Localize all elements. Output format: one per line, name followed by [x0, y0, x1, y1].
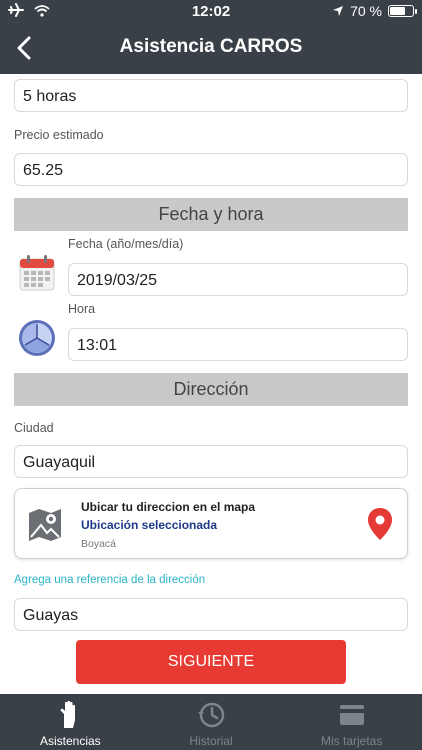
screen: 12:02 70 % Asistencia CARROS 5 horas Pre… — [0, 0, 422, 750]
app-header: 12:02 70 % Asistencia CARROS — [0, 0, 422, 74]
location-pin-icon — [368, 508, 392, 540]
status-bar: 12:02 70 % — [0, 0, 422, 24]
form-content[interactable]: 5 horas Precio estimado 65.25 Fecha y ho… — [0, 74, 422, 694]
price-field[interactable]: 65.25 — [14, 153, 408, 186]
tab-historial[interactable]: Historial — [141, 694, 282, 750]
battery-percent: 70 % — [350, 3, 382, 19]
map-card-title: Ubicar tu direccion en el mapa — [81, 500, 256, 514]
tab-asistencias[interactable]: Asistencias — [0, 694, 141, 750]
card-icon — [339, 705, 364, 725]
tab-label: Historial — [189, 734, 233, 748]
map-card-place: Boyacá — [81, 538, 117, 550]
status-right: 70 % — [332, 3, 417, 19]
map-location-card[interactable]: Ubicar tu direccion en el mapa Ubicación… — [14, 488, 408, 559]
history-icon — [198, 702, 225, 728]
section-address-header: Dirección — [14, 373, 408, 406]
city-label: Ciudad — [14, 421, 54, 435]
map-icon — [29, 509, 61, 541]
battery-fill — [390, 7, 405, 15]
city-field[interactable]: Guayaquil — [14, 445, 408, 478]
location-arrow-icon — [333, 6, 344, 16]
section-datetime-header: Fecha y hora — [14, 198, 408, 231]
hand-icon — [60, 700, 76, 728]
date-label: Fecha (año/mes/día) — [68, 237, 184, 251]
calendar-icon — [19, 255, 55, 291]
clock-icon — [19, 320, 55, 356]
tab-bar: Asistencias Historial Mis tarjetas — [0, 694, 422, 750]
next-button[interactable]: SIGUIENTE — [76, 640, 346, 684]
duration-field[interactable]: 5 horas — [14, 79, 408, 112]
date-field[interactable]: 2019/03/25 — [68, 263, 408, 296]
battery-icon — [388, 5, 417, 17]
price-label: Precio estimado — [14, 128, 104, 142]
tab-label: Asistencias — [39, 734, 101, 748]
tab-mis-tarjetas[interactable]: Mis tarjetas — [281, 694, 422, 750]
reference-field[interactable]: Guayas — [14, 598, 408, 631]
time-label: Hora — [68, 302, 96, 316]
page-title: Asistencia CARROS — [119, 36, 303, 57]
map-card-selected: Ubicación seleccionada — [81, 518, 218, 532]
time-field[interactable]: 13:01 — [68, 328, 408, 361]
tab-label: Mis tarjetas — [321, 734, 383, 748]
reference-label: Agrega una referencia de la dirección — [14, 574, 206, 586]
